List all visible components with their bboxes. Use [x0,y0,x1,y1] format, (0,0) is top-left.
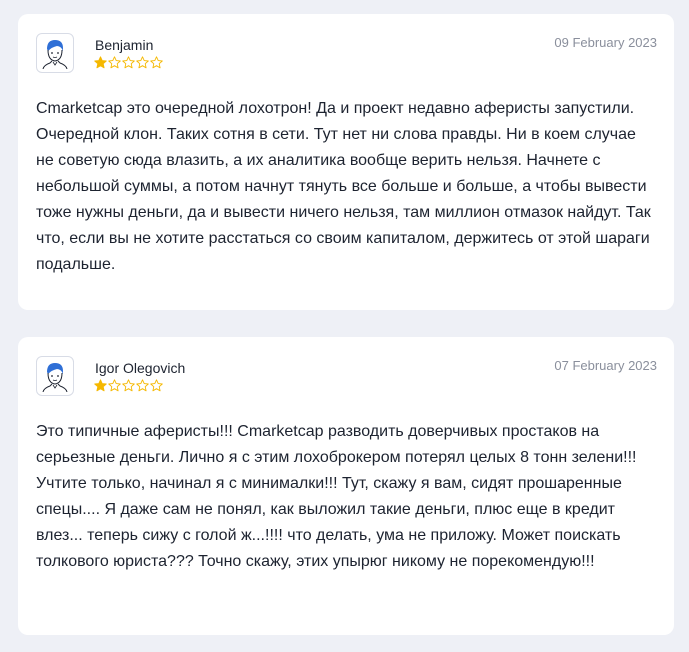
star-empty-icon [108,56,121,69]
star-empty-icon [136,56,149,69]
user-avatar-icon [36,356,74,396]
review-card: Igor Olegovich 07 February 2023 Это типи… [18,337,674,635]
review-date: 09 February 2023 [554,35,657,50]
review-text: Это типичные аферисты!!! Cmarketcap разв… [36,423,637,570]
review-author: Benjamin [95,37,154,53]
star-empty-icon [150,56,163,69]
review-date: 07 February 2023 [554,358,657,373]
star-filled-icon [94,379,107,392]
star-empty-icon [122,56,135,69]
star-rating [94,379,163,392]
star-rating [94,56,163,69]
review-text: Cmarketcap это очередной лохотрон! Да и … [36,100,651,273]
star-empty-icon [150,379,163,392]
star-empty-icon [136,379,149,392]
star-filled-icon [94,56,107,69]
review-card: Benjamin 09 February 2023 Cmarketcap это… [18,14,674,310]
star-empty-icon [108,379,121,392]
review-author: Igor Olegovich [95,360,186,376]
star-empty-icon [122,379,135,392]
user-avatar-icon [36,33,74,73]
